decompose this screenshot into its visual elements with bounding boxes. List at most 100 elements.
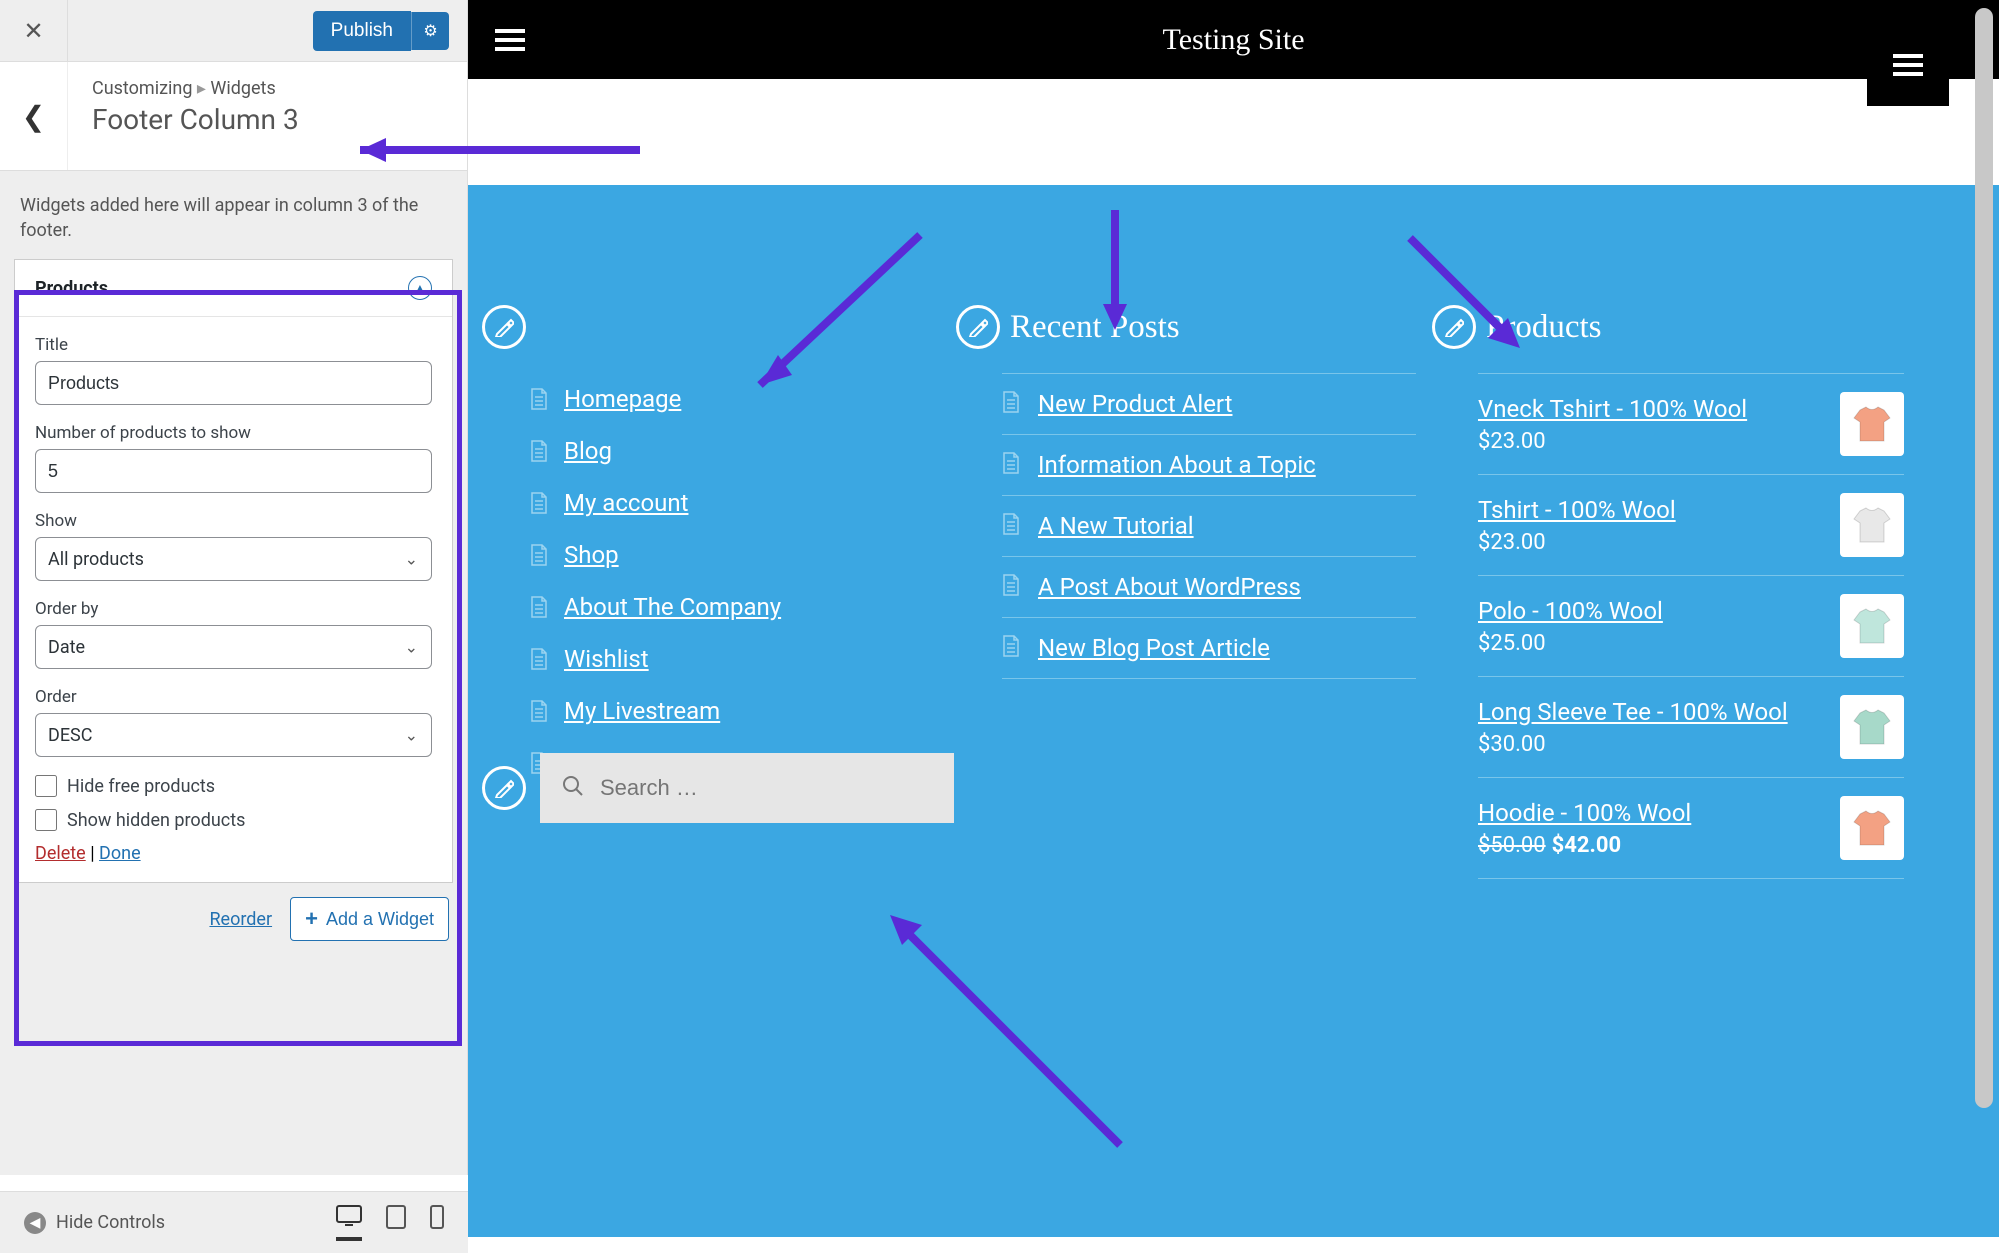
widget-actions: Reorder + Add a Widget	[0, 883, 467, 941]
done-widget-link[interactable]: Done	[99, 843, 141, 864]
widget-header[interactable]: Products ▲	[15, 260, 452, 317]
menu-toggle-right[interactable]	[1867, 24, 1949, 106]
num-products-input[interactable]	[35, 449, 432, 493]
close-icon: ✕	[23, 17, 43, 45]
plus-icon: +	[305, 906, 318, 932]
list-item: A Post About WordPress	[1002, 557, 1416, 618]
title-input[interactable]	[35, 361, 432, 405]
device-switcher	[336, 1205, 444, 1241]
order-select[interactable]: DESC	[35, 713, 432, 757]
menu-link[interactable]: My Livestream	[564, 697, 720, 725]
list-item: About The Company	[530, 581, 942, 633]
search-input[interactable]	[600, 775, 932, 801]
edit-widget-button[interactable]	[956, 305, 1000, 349]
tablet-icon	[386, 1205, 406, 1229]
show-select[interactable]: All products	[35, 537, 432, 581]
menu-link[interactable]: Blog	[564, 437, 612, 465]
product-link[interactable]: Long Sleeve Tee - 100% Wool	[1478, 698, 1788, 726]
product-link[interactable]: Hoodie - 100% Wool	[1478, 799, 1691, 827]
menu-link[interactable]: Wishlist	[564, 645, 649, 673]
order-label: Order	[35, 687, 432, 707]
show-label: Show	[35, 511, 432, 531]
search-icon	[562, 775, 584, 801]
product-price: $50.00$42.00	[1478, 833, 1691, 858]
reorder-link[interactable]: Reorder	[209, 909, 272, 930]
document-icon	[530, 544, 548, 566]
product-thumbnail[interactable]	[1840, 695, 1904, 759]
product-item: Tshirt - 100% Wool $23.00	[1478, 475, 1904, 576]
edit-widget-button[interactable]	[482, 305, 526, 349]
hamburger-icon	[1893, 63, 1923, 67]
column-heading: Recent Posts	[1010, 309, 1180, 346]
chevron-right-icon: ▸	[197, 78, 211, 99]
post-link[interactable]: New Blog Post Article	[1038, 634, 1270, 662]
edit-widget-button[interactable]	[482, 766, 526, 810]
menu-link[interactable]: Homepage	[564, 385, 681, 413]
page-scrollbar[interactable]	[1975, 8, 1993, 1244]
delete-widget-link[interactable]: Delete	[35, 843, 86, 864]
device-desktop-button[interactable]	[336, 1205, 362, 1241]
list-item: My account	[530, 477, 942, 529]
publish-group: Publish ⚙	[313, 11, 449, 51]
product-thumbnail[interactable]	[1840, 392, 1904, 456]
device-tablet-button[interactable]	[386, 1205, 406, 1241]
post-link[interactable]: A New Tutorial	[1038, 512, 1194, 540]
gear-icon: ⚙	[423, 21, 437, 40]
list-item: My Livestream	[530, 685, 942, 737]
section-description: Widgets added here will appear in column…	[0, 171, 467, 259]
hide-free-checkbox[interactable]	[35, 775, 57, 797]
edit-widget-button[interactable]	[1432, 305, 1476, 349]
document-icon	[530, 596, 548, 618]
product-price: $25.00	[1478, 631, 1663, 656]
product-link[interactable]: Tshirt - 100% Wool	[1478, 496, 1676, 524]
product-link[interactable]: Polo - 100% Wool	[1478, 597, 1663, 625]
pencil-icon	[494, 317, 514, 337]
post-link[interactable]: New Product Alert	[1038, 390, 1232, 418]
hamburger-icon	[495, 38, 525, 42]
publish-button[interactable]: Publish	[313, 11, 411, 51]
document-icon	[530, 492, 548, 514]
num-products-label: Number of products to show	[35, 423, 432, 443]
product-item: Hoodie - 100% Wool $50.00$42.00	[1478, 778, 1904, 879]
scrollbar-thumb[interactable]	[1975, 8, 1993, 1108]
breadcrumb-row: ❮ Customizing ▸ Widgets Footer Column 3	[0, 62, 467, 171]
product-item: Polo - 100% Wool $25.00	[1478, 576, 1904, 677]
menu-toggle-left[interactable]	[486, 16, 534, 64]
orderby-select[interactable]: Date	[35, 625, 432, 669]
hide-controls-button[interactable]: ◀ Hide Controls	[24, 1212, 165, 1234]
show-hidden-checkbox[interactable]	[35, 809, 57, 831]
preview-pane: Testing Site Homepage Blog My account Shop A…	[468, 0, 1999, 1237]
product-link[interactable]: Vneck Tshirt - 100% Wool	[1478, 395, 1747, 423]
product-price: $23.00	[1478, 530, 1676, 555]
publish-settings-button[interactable]: ⚙	[411, 12, 449, 50]
product-thumbnail[interactable]	[1840, 493, 1904, 557]
menu-link[interactable]: About The Company	[564, 593, 781, 621]
product-item: Long Sleeve Tee - 100% Wool$30.00	[1478, 677, 1904, 778]
product-thumbnail[interactable]	[1840, 594, 1904, 658]
back-button[interactable]: ❮	[0, 62, 68, 170]
close-customizer-button[interactable]: ✕	[0, 0, 68, 62]
list-item: Information About a Topic	[1002, 435, 1416, 496]
footer-column-1: Homepage Blog My account Shop About The Comp…	[482, 305, 942, 789]
footer-search-widget	[482, 753, 954, 823]
menu-link[interactable]: My account	[564, 489, 688, 517]
collapse-toggle-button[interactable]: ▲	[408, 276, 432, 300]
site-header: Testing Site	[468, 0, 1999, 79]
widget-body: Title Number of products to show Show Al…	[15, 317, 452, 882]
post-link[interactable]: A Post About WordPress	[1038, 573, 1301, 601]
menu-link[interactable]: Shop	[564, 541, 619, 569]
footer-widget-area: Homepage Blog My account Shop About The Comp…	[468, 185, 1999, 1237]
breadcrumb-widgets: Widgets	[210, 78, 275, 99]
list-item: New Blog Post Article	[1002, 618, 1416, 679]
add-widget-button[interactable]: + Add a Widget	[290, 897, 449, 941]
device-mobile-button[interactable]	[430, 1205, 444, 1241]
document-icon	[1002, 513, 1020, 539]
customizer-topbar: ✕ Publish ⚙	[0, 0, 467, 62]
post-link[interactable]: Information About a Topic	[1038, 451, 1316, 479]
desktop-icon	[336, 1205, 362, 1227]
pencil-icon	[1444, 317, 1464, 337]
product-thumbnail[interactable]	[1840, 796, 1904, 860]
document-icon	[530, 700, 548, 722]
document-icon	[530, 648, 548, 670]
products-list: Vneck Tshirt - 100% Wool$23.00Tshirt - 1…	[1478, 373, 1904, 879]
